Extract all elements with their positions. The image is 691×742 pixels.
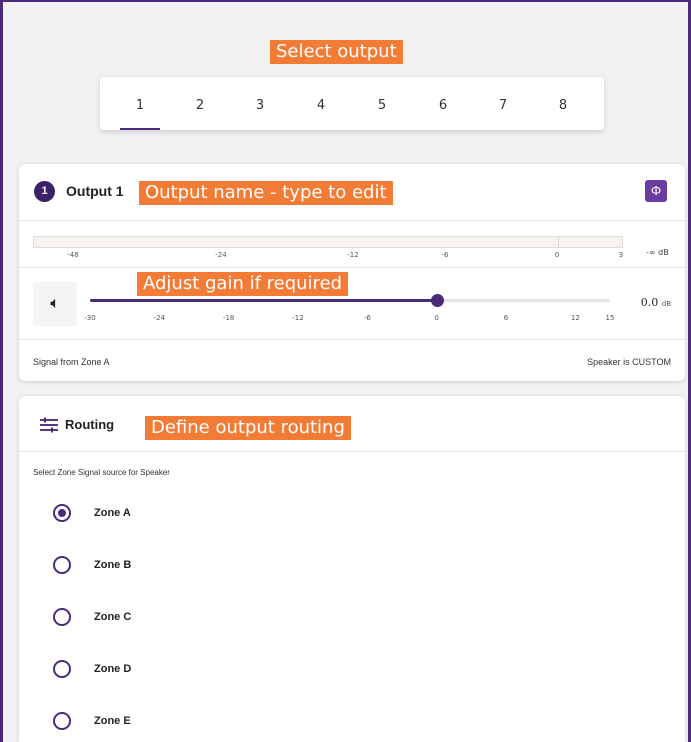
- routing-icon: [40, 417, 58, 433]
- meter-scale-label: -6: [441, 251, 449, 259]
- divider: [19, 451, 685, 452]
- tab-output-8[interactable]: 8: [533, 77, 593, 130]
- meter-scale-label: 0: [554, 251, 560, 259]
- radio-label: Zone A: [94, 507, 131, 519]
- tab-selected-indicator: [120, 128, 160, 130]
- level-meter: [33, 236, 623, 248]
- tab-label: 7: [498, 98, 508, 113]
- tab-output-2[interactable]: 2: [170, 77, 230, 130]
- tab-label: 5: [377, 98, 387, 113]
- routing-card: Routing Select Zone Signal source for Sp…: [19, 396, 685, 742]
- radio-label: Zone E: [94, 715, 131, 727]
- tab-output-6[interactable]: 6: [413, 77, 473, 130]
- gain-scale-label: -12: [292, 314, 304, 322]
- meter-scale-label: -48: [67, 251, 79, 259]
- mute-button[interactable]: 🔈︎: [33, 282, 77, 326]
- annotation-define-routing: Define output routing: [145, 416, 351, 440]
- output-number-badge: 1: [34, 181, 55, 202]
- meter-scale-label: -12: [347, 251, 359, 259]
- gain-value-number: 0.0: [640, 296, 659, 309]
- meter-readout-unit: dB: [658, 248, 669, 257]
- tab-output-1[interactable]: 1: [110, 77, 170, 130]
- tab-label: 2: [195, 98, 205, 113]
- meter-scale-label: 3: [618, 251, 624, 259]
- gain-slider-fill: [90, 299, 437, 302]
- gain-slider-handle[interactable]: [430, 294, 444, 307]
- radio-button[interactable]: [53, 608, 71, 626]
- annotation-adjust-gain: Adjust gain if required: [137, 272, 349, 296]
- tab-output-3[interactable]: 3: [230, 77, 290, 130]
- radio-selected-dot: [58, 509, 66, 517]
- radio-label: Zone D: [94, 663, 132, 675]
- gain-scale-label: -18: [222, 314, 235, 322]
- output-tabs: 1 2 3 4 5 6 7 8: [100, 77, 604, 130]
- signal-source-text: Signal from Zone A: [33, 357, 110, 367]
- tab-label: 4: [316, 98, 326, 113]
- output-name[interactable]: Output 1: [66, 183, 124, 199]
- tab-label: 1: [135, 98, 145, 113]
- meter-zero-marker: [558, 237, 559, 247]
- gain-scale-label: -30: [84, 314, 96, 322]
- annotation-select-output: Select output: [270, 40, 403, 64]
- phase-invert-icon: Φ: [650, 183, 662, 198]
- phase-invert-button[interactable]: Φ: [645, 180, 667, 202]
- radio-label: Zone C: [94, 611, 132, 623]
- speaker-icon: 🔈︎: [50, 295, 60, 312]
- radio-label: Zone B: [94, 559, 132, 571]
- tab-output-7[interactable]: 7: [473, 77, 533, 130]
- speaker-type-text: Speaker is CUSTOM: [587, 357, 671, 367]
- gain-scale-label: 6: [503, 314, 509, 322]
- tab-label: 8: [558, 98, 568, 113]
- gain-scale-label: 0: [434, 314, 439, 322]
- radio-button[interactable]: [53, 660, 71, 678]
- radio-button[interactable]: [53, 712, 71, 730]
- meter-readout: -∞ dB: [646, 248, 669, 257]
- gain-scale-label: -24: [153, 314, 166, 322]
- gain-scale-label: -6: [363, 314, 371, 322]
- gain-slider[interactable]: [90, 294, 610, 307]
- gain-scale-label: 15: [605, 314, 615, 322]
- meter-readout-value: -∞: [646, 248, 656, 257]
- tab-output-4[interactable]: 4: [291, 77, 351, 130]
- divider: [19, 220, 685, 221]
- annotation-output-name: Output name - type to edit: [139, 181, 393, 205]
- radio-button[interactable]: [53, 504, 71, 522]
- tab-label: 6: [438, 98, 448, 113]
- routing-title: Routing: [65, 417, 115, 432]
- tab-output-5[interactable]: 5: [352, 77, 412, 130]
- gain-value: 0.0 dB: [641, 296, 671, 309]
- meter-scale-label: -24: [215, 251, 227, 259]
- gain-scale-label: 12: [570, 314, 580, 322]
- routing-description: Select Zone Signal source for Speaker: [33, 468, 170, 477]
- tab-label: 3: [255, 98, 265, 113]
- divider: [19, 267, 685, 268]
- divider: [19, 339, 685, 340]
- radio-button[interactable]: [53, 556, 71, 574]
- gain-value-unit: dB: [661, 300, 671, 308]
